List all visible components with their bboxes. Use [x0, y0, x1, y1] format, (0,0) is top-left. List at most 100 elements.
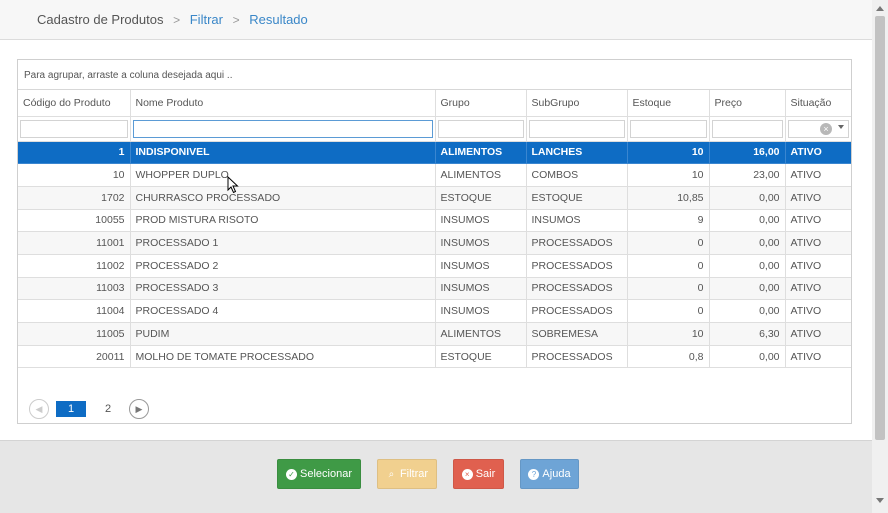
clear-icon[interactable]: ×	[820, 122, 832, 135]
cell-nome[interactable]: PROCESSADO 3	[130, 277, 436, 301]
cell-situacao[interactable]: ATIVO	[785, 186, 851, 210]
cell-grupo[interactable]: ALIMENTOS	[435, 141, 527, 165]
scroll-up-icon[interactable]	[876, 6, 884, 11]
cell-nome[interactable]: CHURRASCO PROCESSADO	[130, 186, 436, 210]
cell-subgrupo[interactable]: COMBOS	[526, 163, 628, 187]
cell-situacao[interactable]: ATIVO	[785, 322, 851, 346]
table-row[interactable]: 11005 PUDIM ALIMENTOS SOBREMESA 10 6,30 ATIVO	[18, 322, 851, 346]
cell-grupo[interactable]: INSUMOS	[435, 277, 527, 301]
chevron-left-icon[interactable]: ◀	[29, 399, 49, 419]
cell-subgrupo[interactable]: PROCESSADOS	[526, 231, 628, 255]
cell-grupo[interactable]: INSUMOS	[435, 254, 527, 278]
cell-preco[interactable]: 0,00	[709, 231, 786, 255]
cell-situacao[interactable]: ATIVO	[785, 141, 851, 165]
cell-preco[interactable]: 16,00	[709, 141, 786, 165]
filter-input-estoque[interactable]	[629, 119, 707, 138]
cell-subgrupo[interactable]: PROCESSADOS	[526, 277, 628, 301]
cell-subgrupo[interactable]: LANCHES	[526, 141, 628, 165]
filter-input-grupo[interactable]	[437, 119, 524, 138]
cell-estoque[interactable]: 0	[627, 254, 710, 278]
vertical-scrollbar[interactable]	[872, 0, 888, 513]
cell-grupo[interactable]: ESTOQUE	[435, 186, 527, 210]
cell-nome[interactable]: PROCESSADO 4	[130, 299, 436, 323]
filter-input-codigo[interactable]	[20, 119, 128, 138]
cell-preco[interactable]: 0,00	[709, 277, 786, 301]
filter-button[interactable]: ⌕ Filtrar	[377, 459, 437, 489]
cell-estoque[interactable]: 10	[627, 163, 710, 187]
filter-input-nome[interactable]	[132, 119, 433, 138]
cell-codigo[interactable]: 1702	[18, 186, 131, 210]
cell-situacao[interactable]: ATIVO	[785, 163, 851, 187]
table-row[interactable]: 20011 MOLHO DE TOMATE PROCESSADO ESTOQUE PR…	[18, 345, 851, 369]
cell-codigo[interactable]: 10	[18, 163, 131, 187]
cell-nome[interactable]: PROCESSADO 2	[130, 254, 436, 278]
select-button[interactable]: ✓ Selecionar	[277, 459, 361, 489]
cell-grupo[interactable]: ALIMENTOS	[435, 163, 527, 187]
page-button-2[interactable]: 2	[93, 401, 123, 417]
cell-codigo[interactable]: 11001	[18, 231, 131, 255]
cell-nome[interactable]: PROD MISTURA RISOTO	[130, 209, 436, 233]
cell-preco[interactable]: 23,00	[709, 163, 786, 187]
scroll-down-icon[interactable]	[876, 498, 884, 503]
cell-estoque[interactable]: 10	[627, 141, 710, 165]
scroll-thumb[interactable]	[875, 16, 885, 440]
cell-codigo[interactable]: 1	[18, 141, 131, 165]
cell-situacao[interactable]: ATIVO	[785, 299, 851, 323]
cell-estoque[interactable]: 9	[627, 209, 710, 233]
cell-grupo[interactable]: ALIMENTOS	[435, 322, 527, 346]
cell-situacao[interactable]: ATIVO	[785, 345, 851, 369]
table-row[interactable]: 1 INDISPONIVEL ALIMENTOS LANCHES 10 16,00 ATIV…	[18, 141, 851, 165]
cell-preco[interactable]: 0,00	[709, 254, 786, 278]
cell-estoque[interactable]: 0,8	[627, 345, 710, 369]
cell-grupo[interactable]: INSUMOS	[435, 299, 527, 323]
table-row[interactable]: 11002 PROCESSADO 2 INSUMOS PROCESSADOS 0 0,00…	[18, 254, 851, 278]
cell-preco[interactable]: 0,00	[709, 209, 786, 233]
cell-situacao[interactable]: ATIVO	[785, 231, 851, 255]
cell-codigo[interactable]: 11005	[18, 322, 131, 346]
cell-nome[interactable]: WHOPPER DUPLO	[130, 163, 436, 187]
cell-situacao[interactable]: ATIVO	[785, 277, 851, 301]
group-panel[interactable]: Para agrupar, arraste a coluna desejada …	[18, 60, 851, 90]
cell-grupo[interactable]: ESTOQUE	[435, 345, 527, 369]
cell-codigo[interactable]: 10055	[18, 209, 131, 233]
cell-estoque[interactable]: 10	[627, 322, 710, 346]
help-button[interactable]: ? Ajuda	[520, 459, 579, 489]
column-header-estoque[interactable]: Estoque	[627, 90, 710, 117]
cell-preco[interactable]: 6,30	[709, 322, 786, 346]
filter-input-preco[interactable]	[711, 119, 783, 138]
breadcrumb-root[interactable]: Cadastro de Produtos	[37, 12, 163, 27]
table-row[interactable]: 10055 PROD MISTURA RISOTO INSUMOS INSUMOS 9 0…	[18, 209, 851, 233]
cell-situacao[interactable]: ATIVO	[785, 254, 851, 278]
chevron-right-icon[interactable]: ▶	[129, 399, 149, 419]
cell-grupo[interactable]: INSUMOS	[435, 231, 527, 255]
cell-preco[interactable]: 0,00	[709, 186, 786, 210]
cell-codigo[interactable]: 11003	[18, 277, 131, 301]
cell-nome[interactable]: INDISPONIVEL	[130, 141, 436, 165]
cell-estoque[interactable]: 0	[627, 299, 710, 323]
cell-preco[interactable]: 0,00	[709, 299, 786, 323]
cell-subgrupo[interactable]: PROCESSADOS	[526, 345, 628, 369]
column-header-subgrupo[interactable]: SubGrupo	[526, 90, 628, 117]
cell-grupo[interactable]: INSUMOS	[435, 209, 527, 233]
cell-nome[interactable]: PUDIM	[130, 322, 436, 346]
page-button-1[interactable]: 1	[56, 401, 86, 417]
breadcrumb-result-link[interactable]: Resultado	[249, 12, 308, 27]
cell-subgrupo[interactable]: PROCESSADOS	[526, 299, 628, 323]
cell-situacao[interactable]: ATIVO	[785, 209, 851, 233]
column-header-grupo[interactable]: Grupo	[435, 90, 527, 117]
column-header-situacao[interactable]: Situação	[785, 90, 851, 117]
cell-subgrupo[interactable]: SOBREMESA	[526, 322, 628, 346]
cell-codigo[interactable]: 11002	[18, 254, 131, 278]
cell-preco[interactable]: 0,00	[709, 345, 786, 369]
filter-input-subgrupo[interactable]	[528, 119, 625, 138]
exit-button[interactable]: × Sair	[453, 459, 504, 489]
table-row[interactable]: 11003 PROCESSADO 3 INSUMOS PROCESSADOS 0 0,00…	[18, 277, 851, 301]
cell-codigo[interactable]: 11004	[18, 299, 131, 323]
cell-subgrupo[interactable]: INSUMOS	[526, 209, 628, 233]
table-row[interactable]: 11001 PROCESSADO 1 INSUMOS PROCESSADOS 0 0,00…	[18, 231, 851, 255]
cell-estoque[interactable]: 0	[627, 277, 710, 301]
table-row[interactable]: 1702 CHURRASCO PROCESSADO ESTOQUE ESTOQUE 10…	[18, 186, 851, 210]
cell-nome[interactable]: PROCESSADO 1	[130, 231, 436, 255]
chevron-down-icon[interactable]	[838, 124, 844, 129]
table-row[interactable]: 10 WHOPPER DUPLO ALIMENTOS COMBOS 10 23,00 ATI…	[18, 163, 851, 187]
